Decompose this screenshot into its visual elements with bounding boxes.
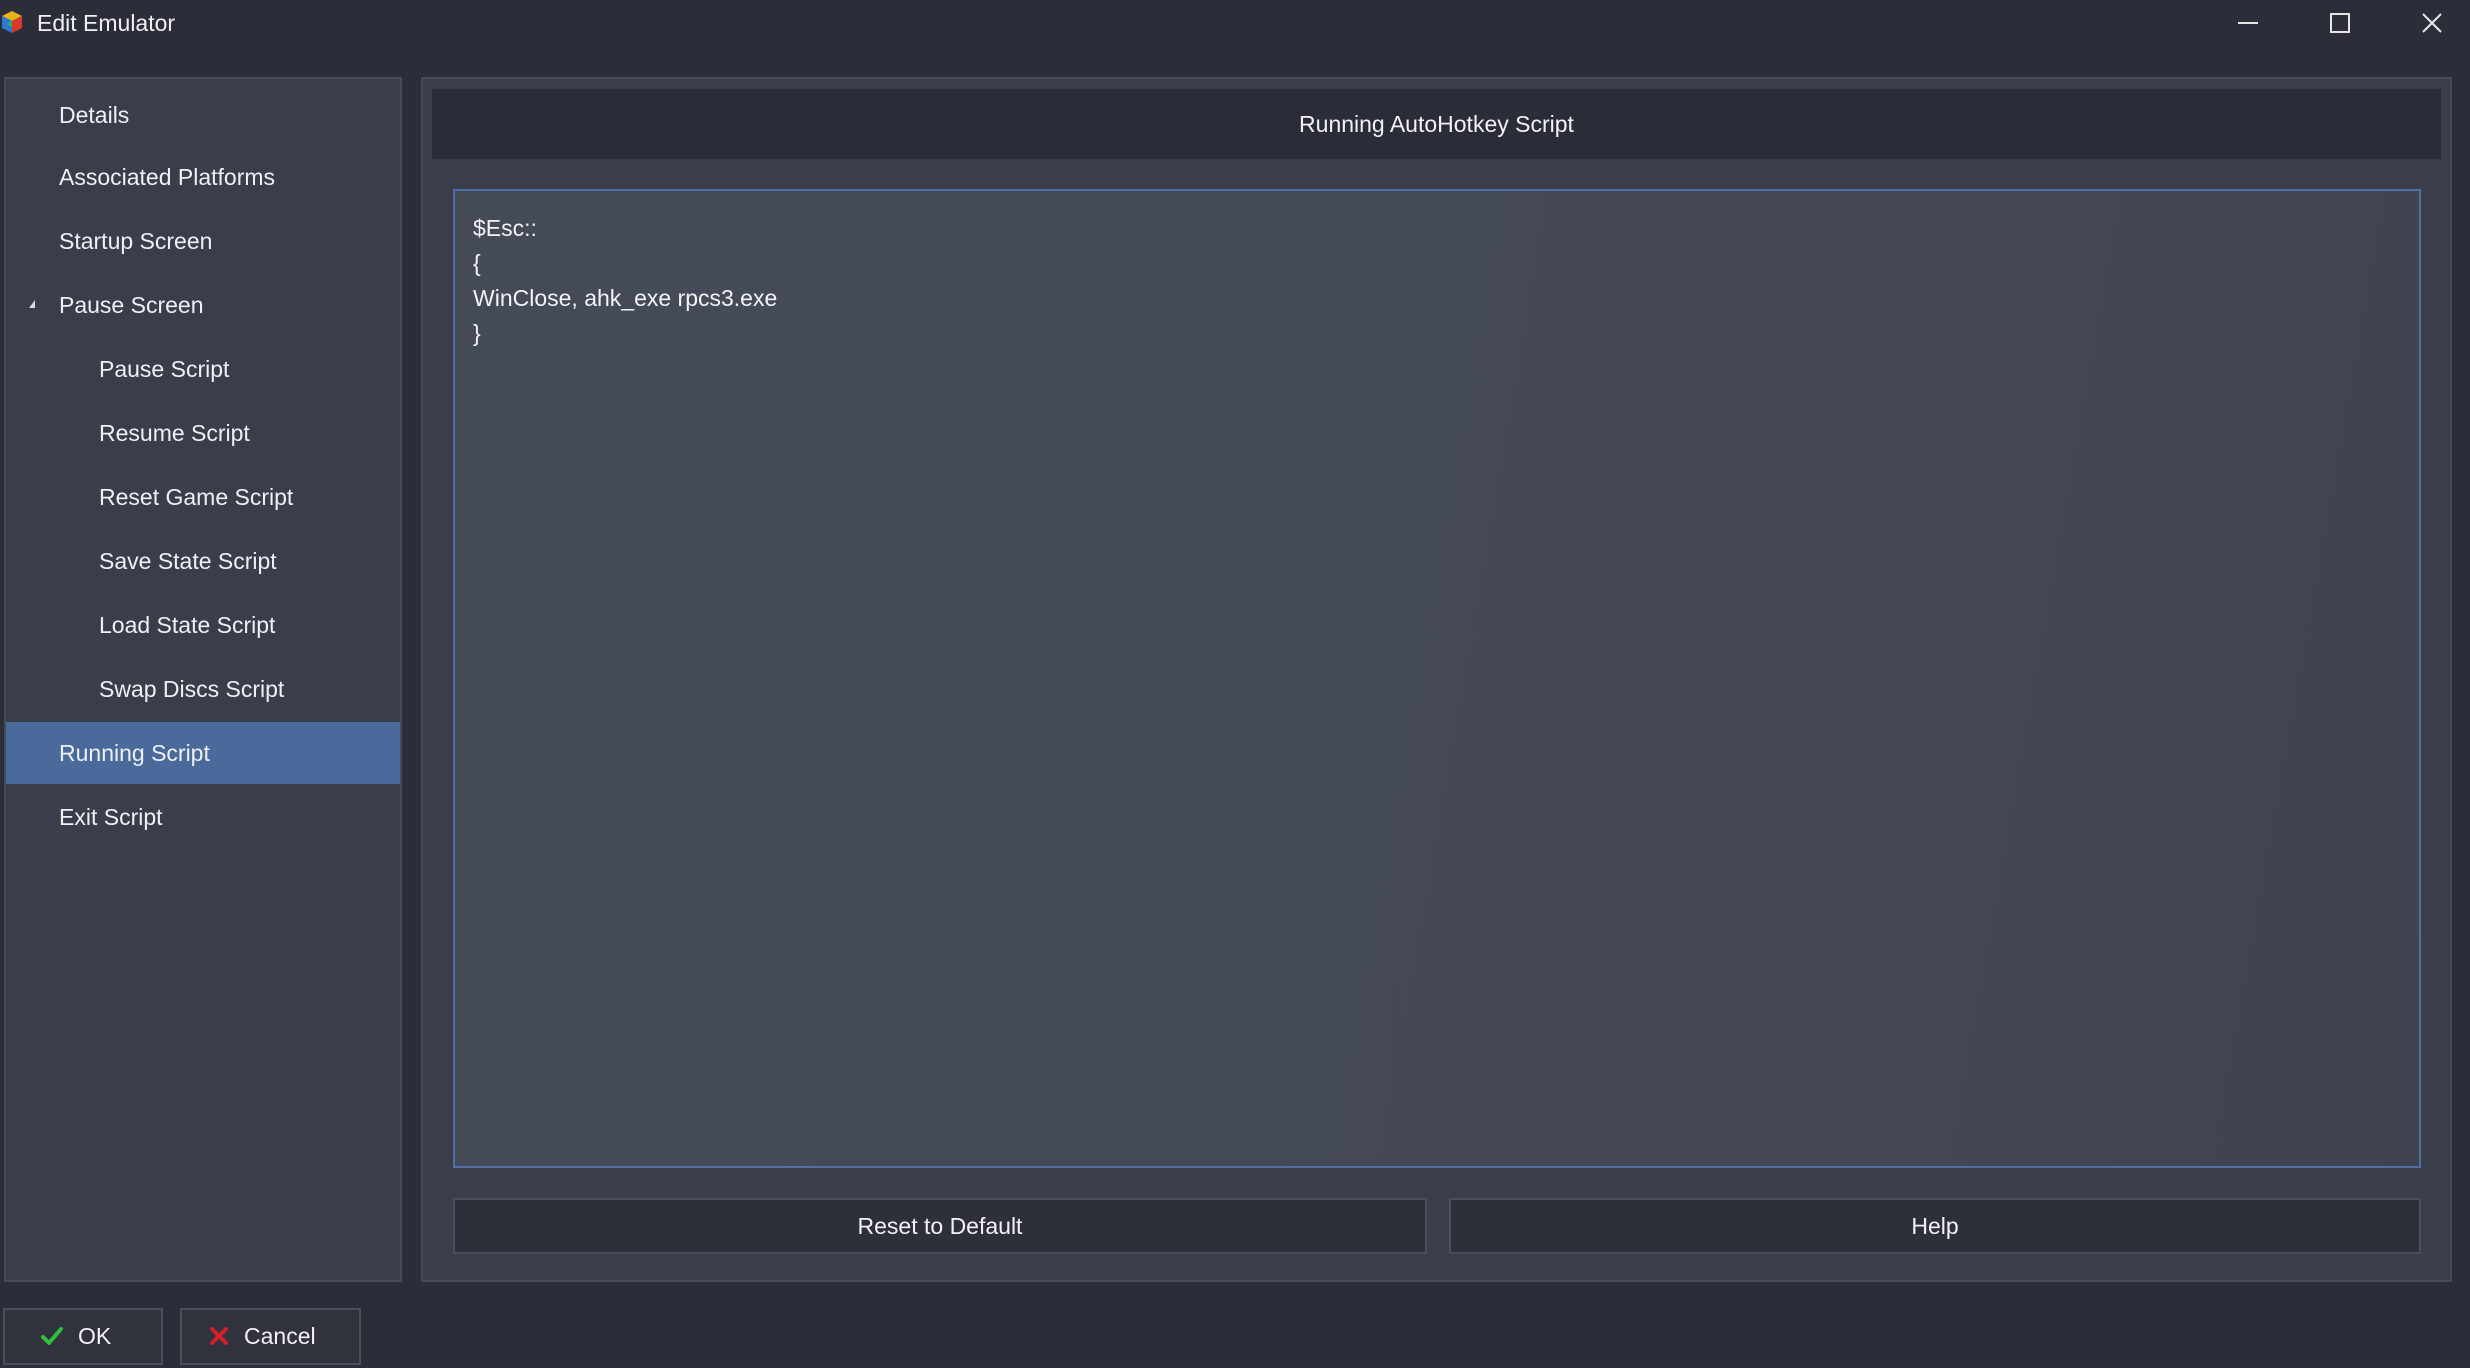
- app-logo-icon: [2, 11, 22, 33]
- sidebar-item-label: Pause Screen: [59, 292, 204, 318]
- sidebar-item-swap-discs-script[interactable]: Swap Discs Script: [6, 658, 400, 720]
- sidebar-item-associated-platforms[interactable]: Associated Platforms: [6, 146, 400, 208]
- maximize-button[interactable]: [2294, 0, 2386, 46]
- sidebar-item-label: Save State Script: [99, 548, 277, 574]
- minimize-icon: [2238, 22, 2258, 24]
- script-editor[interactable]: $Esc:: { WinClose, ahk_exe rpcs3.exe }: [453, 189, 2421, 1168]
- sidebar-item-label: Associated Platforms: [59, 164, 276, 190]
- sidebar-item-label: Swap Discs Script: [99, 676, 285, 702]
- window-title: Edit Emulator: [37, 10, 176, 36]
- panel-header: Running AutoHotkey Script: [432, 89, 2441, 159]
- sidebar-item-load-state-script[interactable]: Load State Script: [6, 594, 400, 656]
- sidebar-item-details[interactable]: Details: [6, 84, 400, 146]
- sidebar-item-exit-script[interactable]: Exit Script: [6, 786, 400, 848]
- ok-button[interactable]: OK: [3, 1308, 163, 1365]
- main-panel: Running AutoHotkey Script $Esc:: { WinCl…: [421, 77, 2452, 1282]
- sidebar-item-label: Reset Game Script: [99, 484, 294, 510]
- sidebar-nav: Details Associated Platforms Startup Scr…: [4, 77, 402, 1282]
- sidebar-item-pause-screen[interactable]: Pause Screen: [6, 274, 400, 336]
- sidebar-item-label: Details: [59, 102, 130, 128]
- sidebar-item-label: Running Script: [59, 740, 210, 766]
- sidebar-item-reset-game-script[interactable]: Reset Game Script: [6, 466, 400, 528]
- sidebar-item-running-script[interactable]: Running Script: [6, 722, 400, 784]
- sidebar-item-label: Exit Script: [59, 804, 163, 830]
- sidebar-item-resume-script[interactable]: Resume Script: [6, 402, 400, 464]
- cancel-x-icon: [210, 1327, 228, 1345]
- ok-label: OK: [78, 1323, 112, 1349]
- checkmark-icon: [41, 1327, 63, 1345]
- sidebar-item-label: Resume Script: [99, 420, 250, 446]
- sidebar-item-pause-script[interactable]: Pause Script: [6, 338, 400, 400]
- maximize-icon: [2330, 13, 2350, 33]
- sidebar-item-label: Startup Screen: [59, 228, 213, 254]
- sidebar-item-label: Load State Script: [99, 612, 276, 638]
- sidebar-item-label: Pause Script: [99, 356, 230, 382]
- cancel-label: Cancel: [244, 1323, 316, 1349]
- expand-caret-icon[interactable]: [29, 300, 35, 308]
- cancel-button[interactable]: Cancel: [180, 1308, 361, 1365]
- sidebar-item-save-state-script[interactable]: Save State Script: [6, 530, 400, 592]
- help-button[interactable]: Help: [1449, 1198, 2421, 1254]
- minimize-button[interactable]: [2202, 0, 2294, 46]
- reset-to-default-button[interactable]: Reset to Default: [453, 1198, 1427, 1254]
- title-bar: Edit Emulator: [0, 0, 2470, 46]
- close-button[interactable]: [2386, 0, 2470, 46]
- sidebar-item-startup-screen[interactable]: Startup Screen: [6, 210, 400, 272]
- close-icon: [2422, 13, 2442, 33]
